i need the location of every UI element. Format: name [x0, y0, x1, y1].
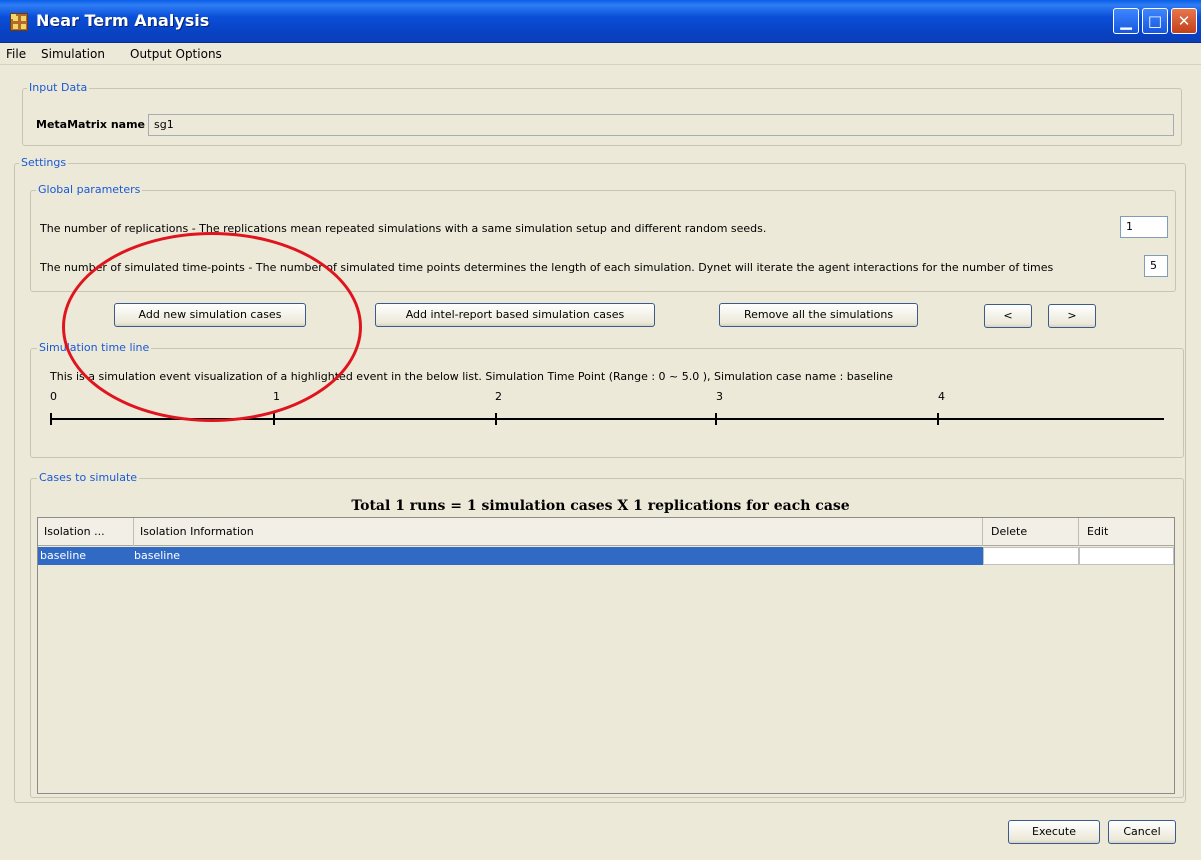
column-header-isolation[interactable]: Isolation ...	[38, 518, 134, 546]
replications-input[interactable]: 1	[1120, 216, 1168, 238]
isolation-information-cell[interactable]: baseline	[134, 547, 983, 565]
timeline-tick	[50, 413, 52, 425]
menu-file[interactable]: File	[6, 47, 26, 61]
metamatrix-name-field[interactable]: sg1	[148, 114, 1174, 136]
menu-simulation[interactable]: Simulation	[41, 47, 105, 61]
timeline-tick	[937, 413, 939, 425]
title-bar[interactable]: Near Term Analysis ▁ □ ✕	[0, 0, 1201, 43]
delete-cell[interactable]	[983, 547, 1079, 565]
cancel-button[interactable]: Cancel	[1108, 820, 1176, 844]
settings-legend: Settings	[19, 156, 69, 169]
timeline-tick	[273, 413, 275, 425]
close-icon: ✕	[1177, 12, 1191, 30]
window-title: Near Term Analysis	[36, 11, 210, 30]
minimize-button[interactable]: ▁	[1113, 8, 1139, 34]
maximize-button[interactable]: □	[1142, 8, 1168, 34]
column-header-edit[interactable]: Edit	[1079, 518, 1174, 546]
timeline-tick	[715, 413, 717, 425]
annotation-ellipse	[62, 232, 362, 422]
timeline-tick	[495, 413, 497, 425]
remove-all-simulations-button[interactable]: Remove all the simulations	[719, 303, 918, 327]
cases-to-simulate-legend: Cases to simulate	[37, 471, 140, 484]
input-data-legend: Input Data	[27, 81, 90, 94]
previous-button[interactable]: <	[984, 304, 1032, 328]
timeline-tick-label: 4	[938, 390, 945, 403]
timeline-tick-label: 3	[716, 390, 723, 403]
execute-button[interactable]: Execute	[1008, 820, 1100, 844]
metamatrix-name-label: MetaMatrix name	[36, 118, 146, 131]
table-row[interactable]: baseline baseline	[38, 547, 1174, 565]
timeline-tick-label: 2	[495, 390, 502, 403]
add-intel-report-cases-button[interactable]: Add intel-report based simulation cases	[375, 303, 655, 327]
column-header-delete[interactable]: Delete	[983, 518, 1079, 546]
maximize-icon: □	[1147, 12, 1163, 30]
close-button[interactable]: ✕	[1171, 8, 1197, 34]
replications-label: The number of replications - The replica…	[40, 222, 767, 235]
cases-table: Isolation ... Isolation Information Dele…	[37, 517, 1175, 794]
minimize-icon: ▁	[1120, 12, 1132, 30]
app-icon	[10, 13, 28, 31]
column-header-isolation-information[interactable]: Isolation Information	[134, 518, 983, 546]
table-header: Isolation ... Isolation Information Dele…	[38, 518, 1174, 546]
edit-cell[interactable]	[1079, 547, 1174, 565]
global-parameters-legend: Global parameters	[36, 183, 143, 196]
timepoints-input[interactable]: 5	[1144, 255, 1168, 277]
menu-output-options[interactable]: Output Options	[130, 47, 222, 61]
isolation-cell[interactable]: baseline	[38, 547, 134, 565]
next-button[interactable]: >	[1048, 304, 1096, 328]
runs-summary: Total 1 runs = 1 simulation cases X 1 re…	[351, 498, 850, 514]
menu-bar: File Simulation Output Options	[0, 43, 1201, 65]
timeline-tick-label: 0	[50, 390, 57, 403]
